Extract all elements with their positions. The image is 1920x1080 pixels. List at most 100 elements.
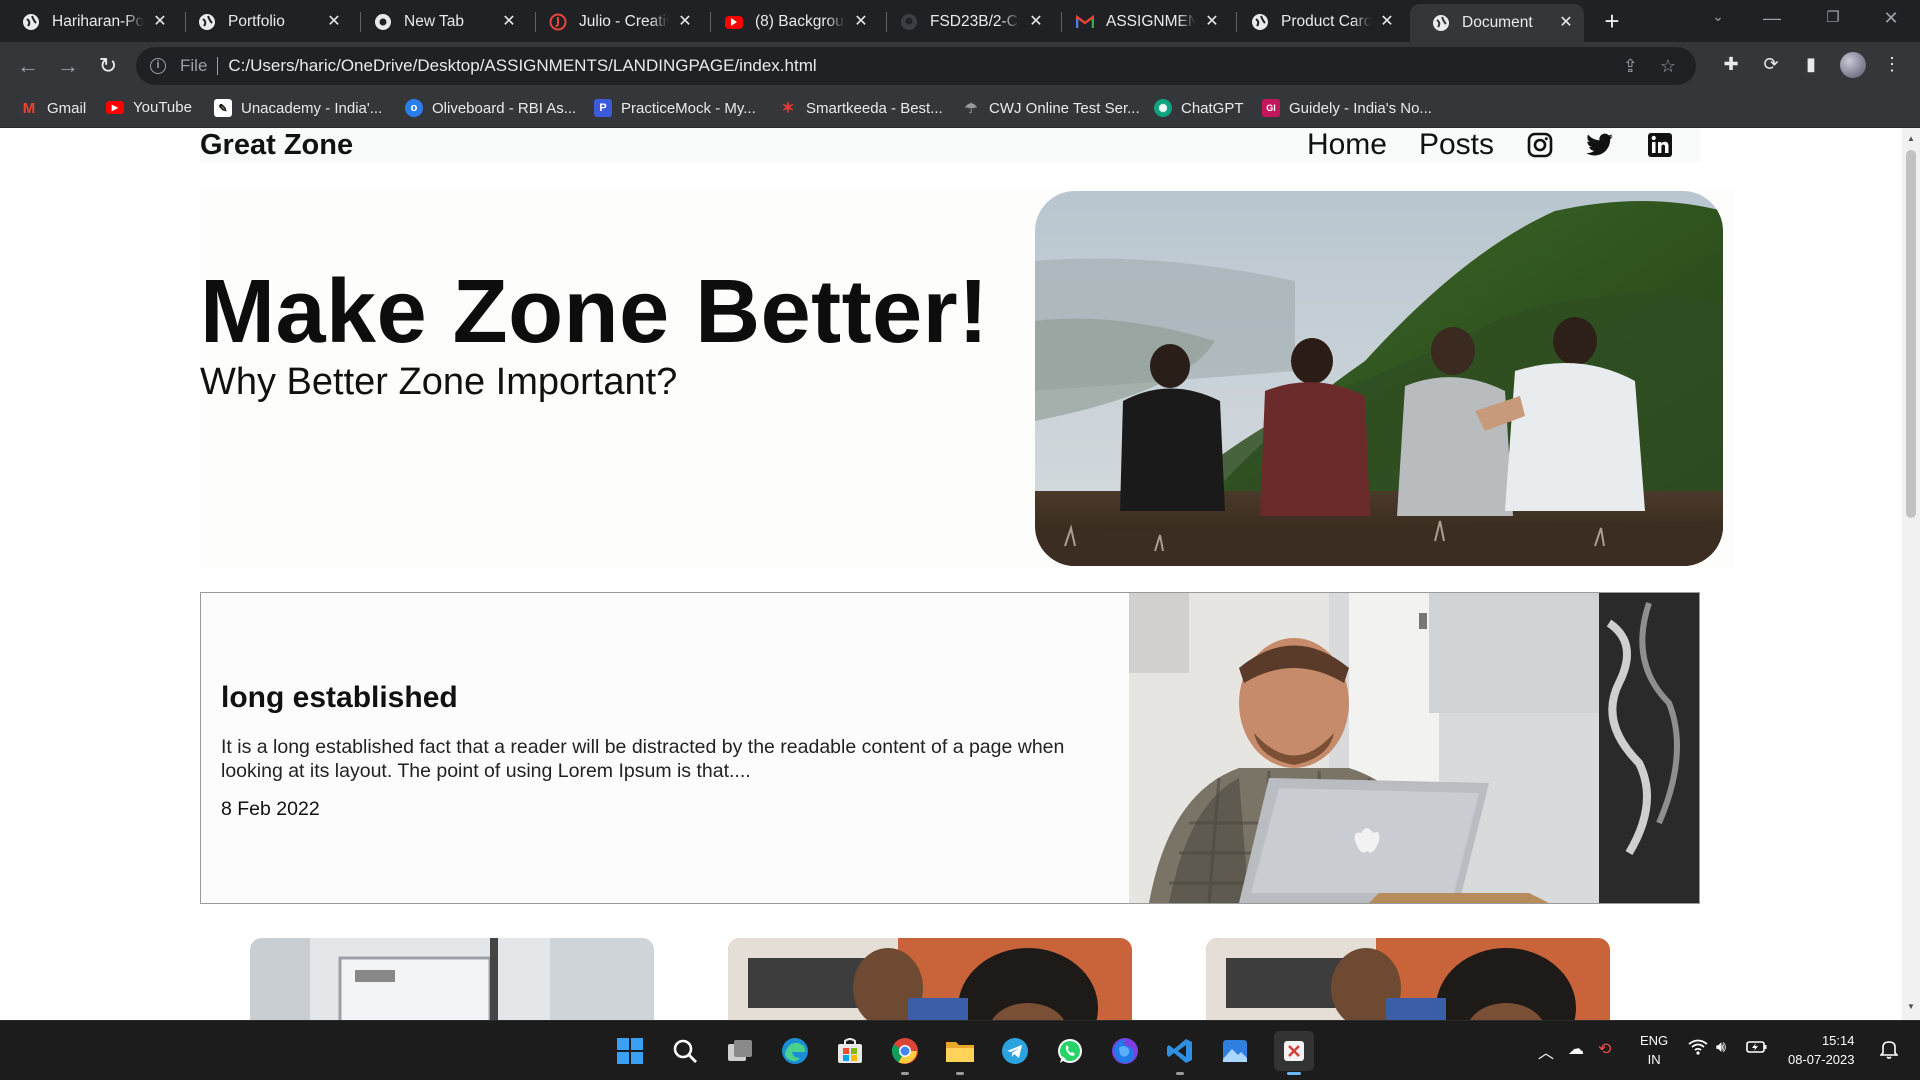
language-indicator[interactable]: ENG IN — [1640, 1031, 1668, 1069]
tab-portfolio[interactable]: Portfolio ✕ — [176, 6, 352, 38]
snipping-tool-icon[interactable] — [1274, 1031, 1314, 1075]
close-icon[interactable]: ✕ — [853, 14, 869, 30]
battery-charging-icon[interactable] — [1746, 1039, 1768, 1060]
bookmark-star-icon[interactable]: ☆ — [1660, 56, 1676, 77]
post-card-image-team-2[interactable] — [1206, 938, 1610, 1020]
close-icon[interactable]: ✕ — [501, 14, 517, 30]
guidely-icon: GI — [1262, 99, 1280, 117]
search-icon[interactable] — [669, 1035, 701, 1067]
notifications-icon[interactable] — [1879, 1039, 1899, 1064]
bookmark-guidely[interactable]: GI Guidely - India's No... — [1262, 99, 1432, 117]
close-icon[interactable]: ✕ — [1204, 14, 1220, 30]
chrome-icon[interactable] — [889, 1035, 921, 1075]
bookmark-label: Smartkeeda - Best... — [806, 99, 943, 117]
volume-icon[interactable]: 🔊︎ — [1716, 1039, 1726, 1057]
site-brand[interactable]: Great Zone — [200, 129, 353, 162]
side-panel-icon[interactable]: ▮ — [1799, 54, 1823, 75]
telegram-icon[interactable] — [999, 1035, 1031, 1067]
close-icon[interactable]: ✕ — [1558, 15, 1574, 31]
tab-product-card[interactable]: Product Card ✕ — [1229, 6, 1405, 38]
extensions-icon[interactable]: ✚ — [1719, 54, 1743, 75]
scrollbar-thumb[interactable] — [1906, 150, 1916, 518]
close-icon[interactable]: ✕ — [1379, 14, 1395, 30]
restore-button[interactable]: ❐ — [1818, 8, 1848, 26]
address-bar[interactable]: i File C:/Users/haric/OneDrive/Desktop/A… — [136, 47, 1696, 85]
linkedin-icon[interactable] — [1646, 131, 1674, 159]
bookmark-practicemock[interactable]: P PracticeMock - My... — [594, 99, 756, 117]
reload-button[interactable]: ↻ — [92, 50, 124, 82]
nav-home-link[interactable]: Home — [1307, 128, 1387, 162]
bookmark-oliveboard[interactable]: o Oliveboard - RBI As... — [405, 99, 576, 117]
globe-icon — [1251, 13, 1269, 31]
tab-new-tab[interactable]: New Tab ✕ — [352, 6, 527, 38]
pictures-app-icon[interactable] — [1219, 1035, 1251, 1067]
clock-time: 15:14 — [1821, 1033, 1855, 1048]
clock-date: 08-07-2023 — [1788, 1052, 1855, 1067]
bookmark-label: PracticeMock - My... — [621, 99, 756, 117]
menu-icon[interactable]: ⋮ — [1880, 54, 1904, 75]
microsoft-store-icon[interactable] — [834, 1035, 866, 1067]
whatsapp-icon[interactable] — [1054, 1035, 1086, 1067]
onedrive-icon[interactable]: ☁ — [1568, 1039, 1584, 1059]
close-icon[interactable]: ✕ — [677, 14, 693, 30]
close-icon[interactable]: ✕ — [152, 14, 168, 30]
new-tab-button[interactable]: + — [1598, 8, 1626, 36]
nav-posts-link[interactable]: Posts — [1419, 128, 1494, 162]
address-url[interactable]: C:/Users/haric/OneDrive/Desktop/ASSIGNME… — [228, 56, 816, 76]
info-icon[interactable]: i — [150, 58, 166, 74]
vscode-icon[interactable] — [1164, 1035, 1196, 1075]
firefox-icon[interactable] — [1109, 1035, 1141, 1067]
instagram-icon[interactable] — [1526, 131, 1554, 159]
tab-github-css[interactable]: FSD23B/2-CSS ✕ — [878, 6, 1054, 38]
post-card-image-team[interactable] — [728, 938, 1132, 1020]
close-window-button[interactable]: ✕ — [1876, 8, 1906, 29]
tab-youtube-background[interactable]: (8) Background ✕ — [703, 6, 879, 38]
bookmark-label: Oliveboard - RBI As... — [432, 99, 577, 117]
feature-image-man-with-laptop — [1129, 593, 1699, 903]
feature-card[interactable]: long established It is a long establishe… — [200, 592, 1700, 904]
sync-status-icon[interactable]: ⟲ — [1598, 1039, 1611, 1059]
tab-document[interactable]: Document ✕ — [1410, 4, 1584, 42]
tab-title: Julio - Creative — [579, 13, 669, 30]
bookmark-label: Gmail — [47, 99, 87, 117]
post-card-image-office[interactable] — [250, 938, 654, 1020]
show-hidden-icons-chevron-icon[interactable]: ︿ — [1538, 1039, 1554, 1063]
close-icon[interactable]: ✕ — [1028, 14, 1044, 30]
extension-icon[interactable]: ⟳ — [1759, 54, 1783, 75]
twitter-icon[interactable] — [1586, 131, 1614, 159]
bookmark-chatgpt[interactable]: ✺ ChatGPT — [1154, 99, 1244, 117]
gmail-icon — [1076, 13, 1094, 31]
tab-title: Hariharan-Portfolio — [52, 13, 144, 30]
start-button[interactable] — [614, 1035, 646, 1067]
bookmark-youtube[interactable]: ▶ YouTube — [106, 99, 192, 116]
tab-title: Product Card — [1281, 13, 1371, 30]
wifi-icon[interactable] — [1688, 1039, 1708, 1060]
chrome-icon — [374, 13, 392, 31]
bookmark-smartkeeda[interactable]: ✶ Smartkeeda - Best... — [779, 99, 943, 118]
edge-icon[interactable] — [779, 1035, 811, 1067]
file-explorer-icon[interactable] — [944, 1035, 976, 1075]
language-code: ENG — [1640, 1033, 1669, 1048]
bookmark-cwj[interactable]: ☂ CWJ Online Test Ser... — [962, 99, 1140, 117]
tab-search-icon[interactable]: ⌄ — [1703, 8, 1733, 25]
task-view-icon[interactable] — [724, 1035, 756, 1067]
profile-avatar[interactable] — [1840, 52, 1866, 78]
minimize-button[interactable]: — — [1757, 8, 1787, 29]
globe-icon — [1432, 14, 1450, 32]
julio-icon — [549, 13, 567, 31]
back-button[interactable]: ← — [12, 50, 44, 82]
forward-button[interactable]: → — [52, 50, 84, 82]
close-icon[interactable]: ✕ — [326, 14, 342, 30]
tab-hariharan-portfolio[interactable]: Hariharan-Portfolio ✕ — [0, 6, 178, 38]
scroll-up-arrow[interactable]: ▲ — [1906, 134, 1916, 143]
page-scrollbar[interactable]: ▲ ▼ — [1902, 128, 1920, 1020]
bookmark-unacademy[interactable]: ✎ Unacademy - India'... — [214, 99, 382, 117]
share-icon[interactable]: ⇪ — [1623, 56, 1638, 77]
youtube-icon: ▶ — [106, 101, 124, 114]
tab-gmail-assignments[interactable]: ASSIGNMENTS ✕ — [1054, 6, 1230, 38]
tab-julio-creative[interactable]: Julio - Creative ✕ — [527, 6, 703, 38]
scroll-down-arrow[interactable]: ▼ — [1906, 1002, 1916, 1011]
bookmark-label: YouTube — [133, 99, 192, 116]
bookmark-gmail[interactable]: M Gmail — [20, 99, 86, 117]
system-clock[interactable]: 15:14 08-07-2023 — [1788, 1031, 1855, 1069]
